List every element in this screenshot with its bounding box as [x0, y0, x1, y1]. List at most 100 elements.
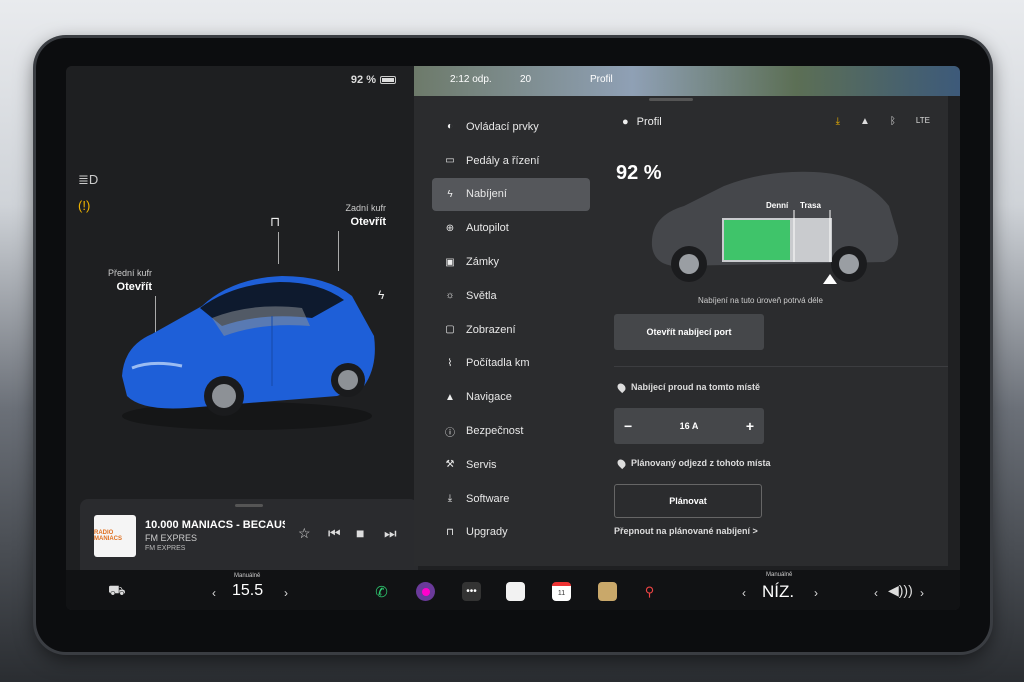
departure-title: Plánovaný odjezd z tohoto místa — [631, 458, 771, 468]
location-pin-icon — [615, 457, 628, 469]
decrease-current-button[interactable]: − — [624, 418, 632, 434]
menu-item-label: Servis — [466, 458, 497, 471]
charge-limit-slider-handle[interactable] — [823, 274, 837, 284]
media-player[interactable]: RADIO MANIACS 10.000 MANIACS - BECAUSE T… — [80, 499, 418, 570]
previous-track-icon[interactable]: ⏮ — [328, 525, 341, 542]
volume-icon[interactable]: ◀))) — [888, 582, 913, 599]
menu-item-label: Nabíjení — [466, 188, 507, 201]
user-icon: ● — [622, 116, 629, 128]
arcade-joystick-icon[interactable]: ⚲ — [640, 582, 659, 601]
navigation-icon: ▲ — [445, 391, 455, 403]
media-drag-handle[interactable] — [235, 504, 263, 507]
volume-up-chevron[interactable]: › — [920, 586, 924, 600]
lte-signal-icon: LTE — [915, 116, 930, 125]
camera-icon[interactable] — [416, 582, 435, 601]
fan-increase-chevron[interactable]: › — [814, 586, 818, 600]
volume-down-chevron[interactable]: ‹ — [874, 586, 878, 600]
battery-status: 92 % — [351, 74, 396, 86]
charge-current-value: 16 A — [679, 421, 699, 431]
switch-scheduled-charging-link[interactable]: Přepnout na plánované nabíjení > — [614, 526, 758, 536]
menu-item-13[interactable]: ⊓ Upgrady — [432, 516, 590, 550]
car-view-panel: 92 % ≣D (!) Přední kufr Otevřít Zadní ku… — [66, 66, 414, 570]
favorite-star-icon[interactable]: ☆ — [298, 525, 311, 542]
phone-icon[interactable]: ✆ — [372, 582, 391, 601]
calendar-icon[interactable]: 11 — [552, 582, 571, 601]
fan-level[interactable]: NÍZ. — [762, 582, 794, 602]
profile-button[interactable]: ● Profil — [622, 116, 662, 128]
location-pin-icon — [615, 381, 628, 393]
increase-current-button[interactable]: + — [746, 418, 754, 434]
battery-icon — [380, 76, 396, 84]
car-icon: ▭ — [445, 155, 455, 167]
headlights-icon[interactable]: ≣D — [78, 172, 98, 188]
charging-content: ● Profil ⤓ ▲ ᛒ LTE 92 % Denní Trasa Nabí… — [614, 96, 948, 566]
map-strip[interactable]: 2:12 odp. 20 Profil — [414, 66, 960, 96]
touchscreen: 92 % ≣D (!) Přední kufr Otevřít Zadní ku… — [66, 66, 960, 610]
menu-item-6[interactable]: ☼ Světla — [432, 279, 590, 313]
menu-item-label: Navigace — [466, 391, 512, 404]
rear-trunk-button[interactable]: Zadní kufr Otevřít — [330, 203, 386, 229]
open-charge-port-button[interactable]: Otevřít nabíjecí port — [614, 314, 764, 350]
menu-item-11[interactable]: ⚒ Servis — [432, 448, 590, 482]
bolt-icon: ϟ — [447, 188, 453, 200]
menu-item-10[interactable]: ⓘ Bezpečnost — [432, 414, 590, 448]
display-icon: ▢ — [445, 324, 455, 336]
map-profile[interactable]: Profil — [590, 74, 613, 85]
download-update-icon[interactable]: ⤓ — [836, 116, 840, 127]
stop-icon[interactable]: ■ — [356, 525, 364, 541]
profile-label: Profil — [636, 116, 662, 128]
menu-item-8[interactable]: ⌇ Počítadla km — [432, 347, 590, 381]
menu-item-2[interactable]: ▭ Pedály a řízení — [432, 144, 590, 178]
menu-item-12[interactable]: ⤓ Software — [432, 482, 590, 516]
menu-item-1[interactable]: ◐ Ovládací prvky — [432, 110, 590, 144]
menu-item-label: Světla — [466, 289, 497, 302]
fan-decrease-chevron[interactable]: ‹ — [742, 586, 746, 600]
temp-mode: Manuálně — [234, 573, 261, 579]
menu-item-9[interactable]: ▲ Navigace — [432, 380, 590, 414]
toggle-icon: ◐ — [446, 121, 454, 133]
divider — [614, 366, 948, 367]
lock-icon: ▣ — [445, 256, 455, 268]
rear-trunk-label: Zadní kufr — [345, 203, 386, 213]
download-icon: ⤓ — [447, 493, 453, 505]
menu-item-label: Ovládací prvky — [466, 120, 539, 133]
outside-temp: 20 — [520, 74, 532, 85]
limit-trip-label: Trasa — [800, 201, 821, 210]
menu-item-label: Bezpečnost — [466, 425, 524, 438]
menu-item-7[interactable]: ▢ Zobrazení — [432, 313, 590, 347]
sun-icon: ☼ — [445, 290, 455, 302]
limit-daily-label: Denní — [766, 201, 789, 210]
steering-wheel-icon: ⊕ — [445, 222, 455, 234]
taskbar: ⛟ ‹ Manuálně 15.5 › ✆ ••• 11 ⚲ ‹ Manuáln… — [66, 570, 960, 610]
temp-decrease-chevron[interactable]: ‹ — [212, 586, 216, 600]
battery-fill — [724, 220, 790, 260]
station-name: FM EXPRES — [145, 545, 186, 552]
clock: 2:12 odp. — [450, 74, 492, 85]
notes-app-icon[interactable] — [506, 582, 525, 601]
charge-current-title: Nabíjecí proud na tomto místě — [631, 382, 761, 392]
next-track-icon[interactable]: ⏭ — [384, 525, 397, 542]
tire-pressure-warning-icon[interactable]: (!) — [78, 198, 90, 213]
car-icon[interactable]: ⛟ — [108, 582, 126, 601]
menu-item-3[interactable]: ϟ Nabíjení — [432, 177, 590, 212]
door-unlock-icon[interactable]: ⊓ — [270, 214, 280, 230]
departure-section: Plánovaný odjezd z tohoto místa — [615, 457, 771, 469]
artist-name: FM EXPRES — [145, 533, 198, 543]
bell-icon[interactable]: ▲ — [860, 116, 870, 127]
temp-increase-chevron[interactable]: › — [284, 586, 288, 600]
trip-icon: ⌇ — [447, 357, 453, 369]
menu-item-label: Zobrazení — [466, 323, 516, 336]
album-art: RADIO MANIACS — [94, 515, 136, 557]
schedule-button[interactable]: Plánovat — [614, 484, 762, 518]
cabin-temp[interactable]: 15.5 — [232, 582, 263, 600]
bluetooth-icon[interactable]: ᛒ — [890, 116, 896, 127]
menu-item-4[interactable]: ⊕ Autopilot — [432, 211, 590, 245]
battery-car-visual: Denní Trasa — [651, 171, 899, 284]
menu-item-5[interactable]: ▣ Zámky — [432, 245, 590, 279]
more-apps-icon[interactable]: ••• — [462, 582, 481, 601]
toybox-icon[interactable] — [598, 582, 617, 601]
menu-item-label: Autopilot — [466, 222, 509, 235]
rear-trunk-status: Otevřít — [350, 215, 386, 228]
menu-item-label: Pedály a řízení — [466, 154, 540, 167]
car-model-image[interactable] — [112, 256, 382, 436]
